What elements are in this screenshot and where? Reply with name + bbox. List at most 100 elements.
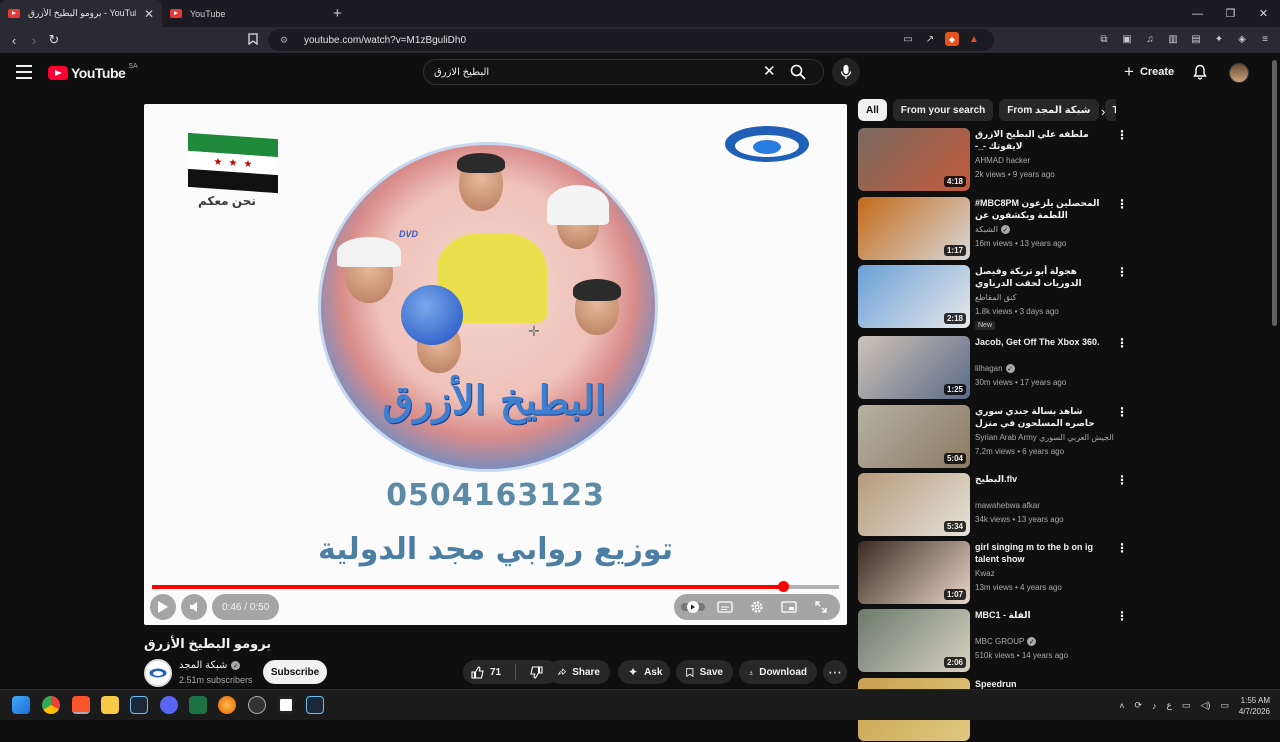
chip-from-channel[interactable]: From شبكة المجد xyxy=(999,99,1099,121)
recommended-video[interactable]: 1:17 #MBC8PM المحصلين يلزعون اللطمة ويكشف… xyxy=(858,197,1128,261)
minimize-icon[interactable]: — xyxy=(1181,0,1214,27)
video-thumbnail[interactable]: 5:34 xyxy=(858,473,970,536)
channel-name[interactable]: lilhagan ✓ xyxy=(975,364,1015,373)
reader-icon[interactable]: ▣ xyxy=(1120,32,1134,46)
recommended-video[interactable]: 5:34 البطيخ.flv mawahebwa afkar 34k views •… xyxy=(858,473,1128,537)
chrome-icon[interactable] xyxy=(42,696,60,714)
search-icon[interactable] xyxy=(790,64,806,80)
chip-from-search[interactable]: From your search xyxy=(892,99,994,121)
more-options-icon[interactable]: ⋮ xyxy=(1116,406,1128,418)
recommended-video[interactable]: 1:07 girl singing m to the b on ig talent… xyxy=(858,541,1128,605)
ask-button[interactable]: ✦ Ask xyxy=(618,660,670,684)
firefox-icon[interactable] xyxy=(218,696,236,714)
volume-button[interactable] xyxy=(181,594,207,620)
like-button[interactable]: 71 xyxy=(463,660,509,684)
video-thumbnail[interactable]: 2:06 xyxy=(858,609,970,672)
more-options-icon[interactable]: ⋮ xyxy=(1116,610,1128,622)
discord-icon[interactable] xyxy=(160,696,178,714)
video-title[interactable]: ملطفه علي البطيخ الازرق لايفوتك -_- هههه… xyxy=(975,128,1105,152)
share-page-icon[interactable]: ↗ xyxy=(923,32,937,46)
chip-all[interactable]: All xyxy=(858,99,887,121)
settings-button[interactable] xyxy=(742,594,772,620)
file-explorer-icon[interactable] xyxy=(101,696,119,714)
bookmark-icon[interactable] xyxy=(248,33,258,45)
sidebar-icon[interactable]: ▥ xyxy=(1166,32,1180,46)
channel-avatar[interactable] xyxy=(144,659,172,687)
app-icon[interactable] xyxy=(248,696,266,714)
recommended-video[interactable]: 2:18 هجولة أبو تريكة وفيصل الدوريات لحقت … xyxy=(858,265,1128,330)
media-icon[interactable]: ♫ xyxy=(1143,32,1157,46)
steam-icon[interactable] xyxy=(130,696,148,714)
account-avatar[interactable] xyxy=(1229,63,1249,83)
reload-icon[interactable]: ↻ xyxy=(44,32,64,48)
channel-name[interactable]: كنق المقاطع xyxy=(975,293,1017,302)
more-options-icon[interactable]: ⋮ xyxy=(1116,266,1128,278)
site-info-icon[interactable]: ⚙ xyxy=(280,35,292,46)
close-window-icon[interactable]: ✕ xyxy=(1247,0,1280,27)
video-title[interactable]: البطيخ.flv xyxy=(975,473,1105,485)
more-options-icon[interactable]: ⋮ xyxy=(1116,198,1128,210)
more-actions-icon[interactable]: ⋯ xyxy=(823,660,847,684)
start-windows-icon[interactable] xyxy=(12,696,30,714)
video-thumbnail[interactable]: 2:18 xyxy=(858,265,970,328)
back-icon[interactable]: ‹ xyxy=(4,33,24,48)
forward-icon[interactable]: › xyxy=(24,33,44,48)
video-title[interactable]: هجولة أبو تريكة وفيصل الدوريات لحقت الدر… xyxy=(975,265,1105,289)
channel-name[interactable]: Kwaz xyxy=(975,569,995,578)
app-icon[interactable] xyxy=(277,696,295,714)
browser-tab[interactable]: YouTube xyxy=(162,0,327,27)
video-title[interactable]: girl singing m to the b on ig talent sho… xyxy=(975,541,1105,565)
network-icon[interactable]: ▭ xyxy=(1182,700,1191,711)
chevron-up-icon[interactable]: ˄ xyxy=(1119,701,1124,711)
play-button[interactable] xyxy=(150,594,176,620)
share-button[interactable]: Share xyxy=(548,660,610,684)
language-indicator[interactable]: ع xyxy=(1167,700,1172,711)
channel-name[interactable]: MBC GROUP ✓ xyxy=(975,637,1037,646)
youtube-logo[interactable]: YouTube SA xyxy=(48,63,138,81)
more-options-icon[interactable]: ⋮ xyxy=(1116,337,1128,349)
video-title[interactable]: شاهد بسالة جندي سوري حاصره المسلحون في م… xyxy=(975,405,1105,429)
steam-icon[interactable] xyxy=(306,696,324,714)
tab-close-icon[interactable]: ✕ xyxy=(144,7,154,21)
clear-search-icon[interactable]: ✕ xyxy=(763,64,776,79)
video-title[interactable]: MBC1 - الفلة xyxy=(975,609,1105,621)
page-scrollbar[interactable] xyxy=(1272,60,1277,326)
recommended-video[interactable]: 5:04 شاهد بسالة جندي سوري حاصره المسلحون … xyxy=(858,405,1128,469)
mic-tray-icon[interactable]: ♪ xyxy=(1152,701,1157,711)
autoplay-toggle[interactable] xyxy=(678,594,708,620)
video-title[interactable]: Jacob, Get Off The Xbox 360. xyxy=(975,336,1105,348)
dislike-button[interactable] xyxy=(522,660,551,684)
browser-menu-icon[interactable]: ≡ xyxy=(1258,32,1272,46)
video-thumbnail[interactable]: 1:07 xyxy=(858,541,970,604)
hamburger-menu-icon[interactable] xyxy=(16,65,32,79)
channel-name[interactable]: الشبكة ✓ xyxy=(975,225,1010,234)
leo-ai-icon[interactable]: ✦ xyxy=(1212,32,1226,46)
shield-icon[interactable]: ◆ xyxy=(945,32,959,46)
create-button[interactable]: + Create xyxy=(1124,61,1174,83)
channel-name[interactable]: AHMAD hacker xyxy=(975,156,1030,165)
miniplayer-button[interactable] xyxy=(774,594,804,620)
scrubber-handle[interactable] xyxy=(778,581,790,592)
video-thumbnail[interactable]: 5:04 xyxy=(858,405,970,468)
chevron-right-icon[interactable]: › xyxy=(1101,104,1105,119)
recommended-video[interactable]: 2:06 MBC1 - الفلة MBC GROUP ✓ 510k views • 1… xyxy=(858,609,1128,673)
microphone-icon[interactable] xyxy=(832,58,860,86)
download-button[interactable]: Download xyxy=(739,660,817,684)
video-title[interactable]: #MBC8PM المحصلين يلزعون اللطمة ويكشفون ع… xyxy=(975,197,1105,221)
progress-bar[interactable] xyxy=(152,581,839,592)
extensions-icon[interactable]: ⧉ xyxy=(1097,32,1111,46)
vpn-icon[interactable]: ◈ xyxy=(1235,32,1249,46)
channel-name[interactable]: Syrian Arab Army الجيش العربي السوري xyxy=(975,433,1114,442)
volume-tray-icon[interactable]: ◁) xyxy=(1200,700,1210,711)
recommended-video[interactable]: 1:25 Jacob, Get Off The Xbox 360. lilhagan… xyxy=(858,336,1128,400)
cast-icon[interactable]: ▭ xyxy=(901,32,915,46)
fullscreen-button[interactable] xyxy=(806,594,836,620)
more-options-icon[interactable]: ⋮ xyxy=(1116,129,1128,141)
video-player[interactable]: ★ ★ ★ نحن معكم DVD البطيخ الأزرق 050416312… xyxy=(144,104,847,625)
save-button[interactable]: Save xyxy=(676,660,733,684)
video-thumbnail[interactable]: 1:25 xyxy=(858,336,970,399)
clock[interactable]: 1:55 AM 4/7/2026 xyxy=(1239,695,1270,717)
channel-name[interactable]: mawahebwa afkar xyxy=(975,501,1040,510)
chip-related[interactable]: Tele xyxy=(1104,99,1116,121)
more-options-icon[interactable]: ⋮ xyxy=(1116,542,1128,554)
